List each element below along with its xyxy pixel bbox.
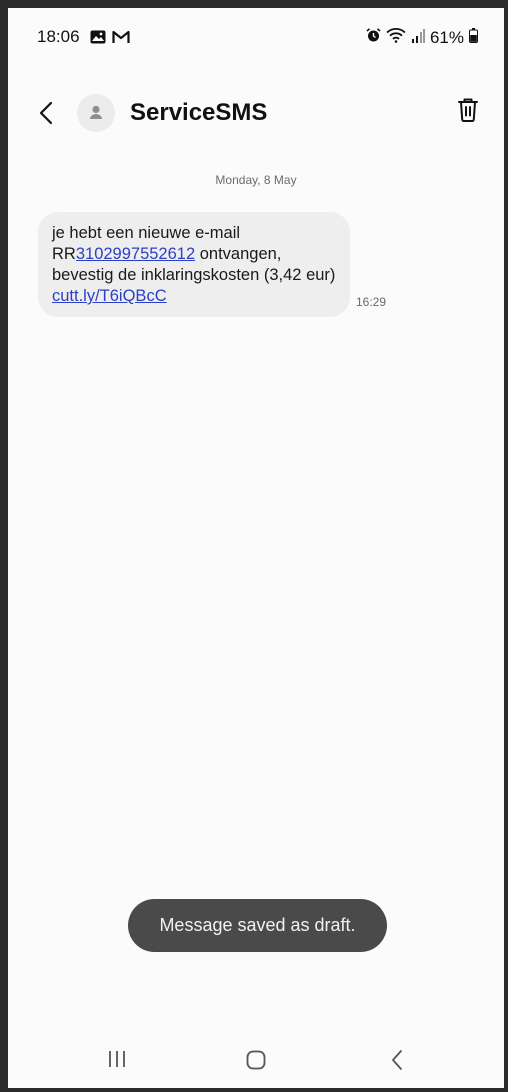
contact-avatar[interactable] (77, 94, 115, 132)
status-time: 18:06 (37, 27, 80, 46)
status-bar: 18:06 61% (8, 8, 504, 68)
notification-icons (90, 30, 130, 49)
battery-percent: 61% (429, 27, 464, 47)
status-right: 61% (366, 27, 478, 48)
delete-button[interactable] (454, 94, 482, 126)
nav-back-button[interactable] (388, 1048, 406, 1072)
wifi-icon (386, 27, 406, 48)
home-icon (246, 1050, 266, 1070)
trash-icon (458, 98, 478, 122)
signal-icon (411, 28, 425, 48)
back-button[interactable] (32, 96, 62, 130)
toast-text: Message saved as draft. (159, 915, 356, 935)
toast-notification: Message saved as draft. (128, 899, 387, 952)
message-url-link[interactable]: cutt.ly/T6iQBcC (52, 287, 167, 305)
back-icon (392, 1050, 402, 1070)
date-separator: Monday, 8 May (215, 173, 297, 187)
home-button[interactable] (245, 1049, 267, 1071)
gallery-icon (90, 30, 106, 49)
recents-icon (109, 1051, 125, 1067)
contact-name[interactable]: ServiceSMS (130, 99, 267, 127)
gmail-icon (112, 30, 130, 49)
back-arrow-icon (39, 101, 53, 125)
navigation-bar (8, 1038, 504, 1082)
message-number-link[interactable]: 3102997552612 (76, 245, 195, 263)
recents-button[interactable] (106, 1048, 128, 1070)
phone-screen: 18:06 61% ServiceSMS Monday, 8 May je he… (8, 8, 504, 1088)
conversation-header: ServiceSMS (8, 88, 504, 138)
message-bubble[interactable]: je hebt een nieuwe e-mail RR310299755261… (38, 212, 350, 317)
contact-avatar-icon (90, 105, 102, 119)
battery-icon (469, 27, 478, 48)
message-time: 16:29 (356, 295, 387, 309)
alarm-icon (366, 27, 381, 48)
